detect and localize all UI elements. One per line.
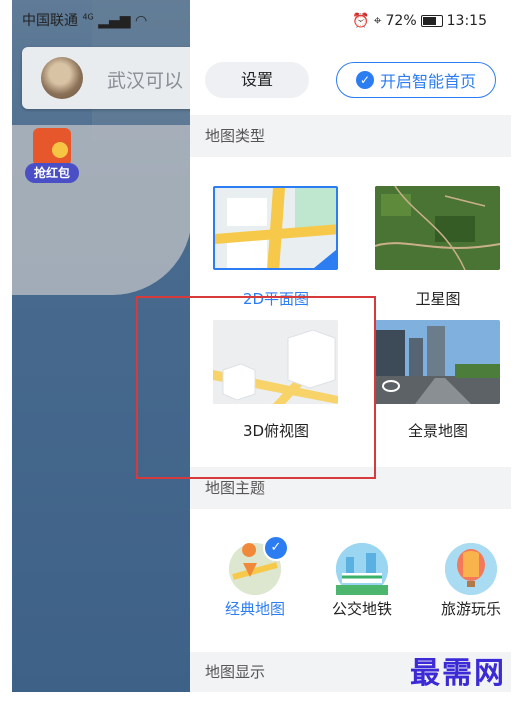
red-packet-icon	[33, 128, 71, 166]
search-input[interactable]: 武汉可以	[107, 66, 183, 93]
avatar[interactable]	[41, 57, 83, 99]
map-type-panorama-label: 全景地图	[407, 422, 468, 440]
smart-home-label: 开启智能首页	[379, 72, 476, 91]
theme-transit-icon[interactable]	[336, 543, 388, 595]
section-map-type: 地图类型	[190, 115, 511, 157]
network-type: 4G	[82, 12, 94, 22]
check-icon: ✓	[355, 71, 374, 89]
map-type-satellite-tile[interactable]	[375, 186, 500, 270]
carrier-status: 中国联通 4G ▂▄▆ ◠	[22, 10, 147, 30]
theme-transit-label: 公交地铁	[331, 600, 392, 618]
theme-selected-check-icon: ✓	[263, 535, 289, 561]
status-bar: ⏰ ⌖ 72% 13:15	[352, 13, 487, 29]
selected-check-icon: ✓	[314, 250, 336, 268]
clock: 13:15	[446, 13, 487, 29]
map-type-2d-tile[interactable]: ✓	[213, 186, 338, 270]
panorama-thumbnail	[375, 320, 500, 404]
map-type-panorama-tile[interactable]	[375, 320, 500, 404]
red-packet-label: 抢红包	[25, 163, 79, 183]
wifi-icon: ◠	[134, 13, 148, 29]
signal-icon: ▂▄▆	[98, 13, 131, 29]
carrier-name: 中国联通	[22, 13, 78, 29]
theme-classic-label: 经典地图	[224, 600, 285, 618]
battery-percent: 72%	[385, 13, 417, 29]
theme-travel-icon[interactable]	[445, 543, 497, 595]
smart-home-button[interactable]: ✓ 开启智能首页	[336, 62, 496, 98]
theme-travel-label: 旅游玩乐	[440, 600, 501, 618]
location-icon: ⌖	[373, 13, 382, 29]
satellite-thumbnail	[375, 186, 500, 270]
settings-button[interactable]: 设置	[205, 62, 309, 98]
map-type-satellite-label: 卫星图	[415, 290, 461, 308]
alarm-icon: ⏰	[352, 13, 370, 29]
battery-icon	[420, 15, 443, 27]
highlight-box	[136, 296, 376, 479]
watermark: 最需网	[410, 656, 506, 691]
red-packet-button[interactable]: 抢红包	[25, 128, 79, 184]
